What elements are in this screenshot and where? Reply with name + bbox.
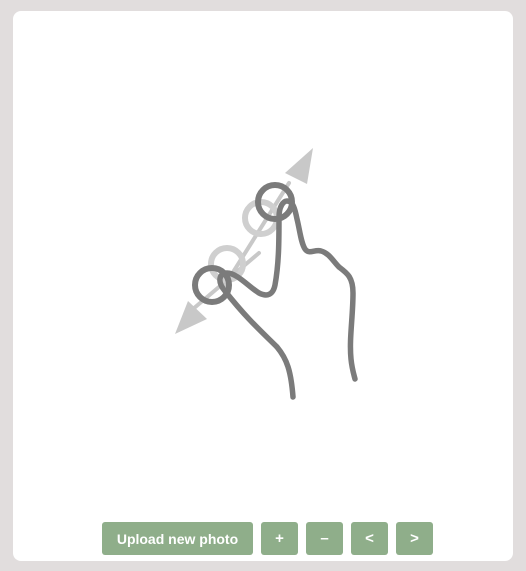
diagonal-arrows [175,148,313,334]
next-button[interactable]: > [396,522,433,555]
zoom-out-button[interactable]: – [306,522,343,555]
photo-preview-panel: Upload new photo + – < > [13,11,513,561]
photo-toolbar: Upload new photo + – < > [102,522,433,555]
upload-photo-button[interactable]: Upload new photo [102,522,253,555]
previous-button[interactable]: < [351,522,388,555]
zoom-in-button[interactable]: + [261,522,298,555]
pinch-zoom-gesture-icon [175,148,358,400]
